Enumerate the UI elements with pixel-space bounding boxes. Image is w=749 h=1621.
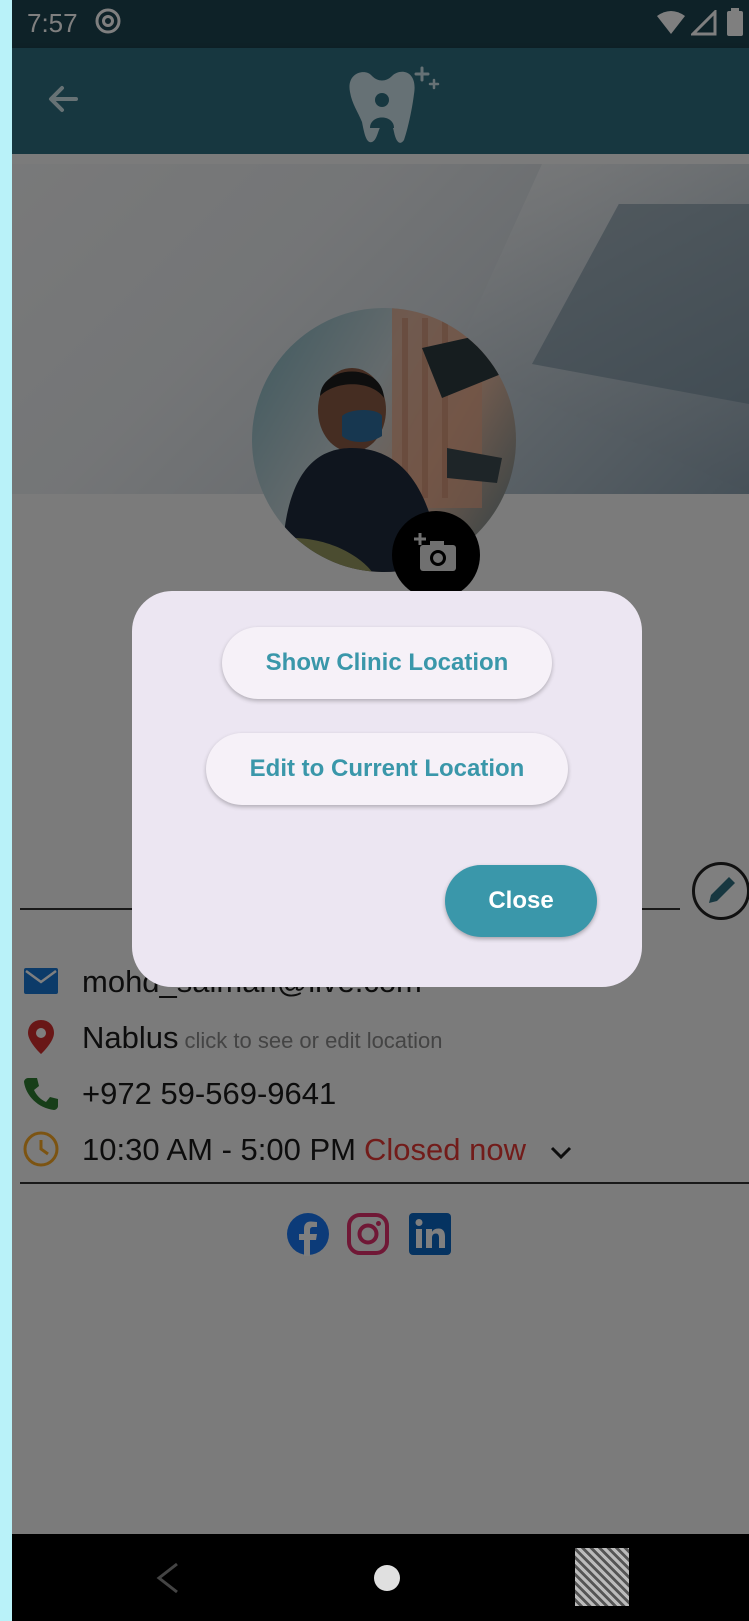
nav-recents-icon[interactable] bbox=[575, 1548, 629, 1606]
show-clinic-location-button[interactable]: Show Clinic Location bbox=[222, 627, 552, 699]
close-button[interactable]: Close bbox=[445, 865, 597, 937]
app-screen: 7:57 bbox=[12, 0, 749, 1621]
system-nav-bar bbox=[12, 1534, 749, 1621]
nav-back-icon[interactable] bbox=[147, 1556, 191, 1600]
edit-current-location-button[interactable]: Edit to Current Location bbox=[206, 733, 568, 805]
location-dialog: Show Clinic Location Edit to Current Loc… bbox=[132, 591, 642, 987]
nav-home-icon[interactable] bbox=[374, 1565, 400, 1591]
